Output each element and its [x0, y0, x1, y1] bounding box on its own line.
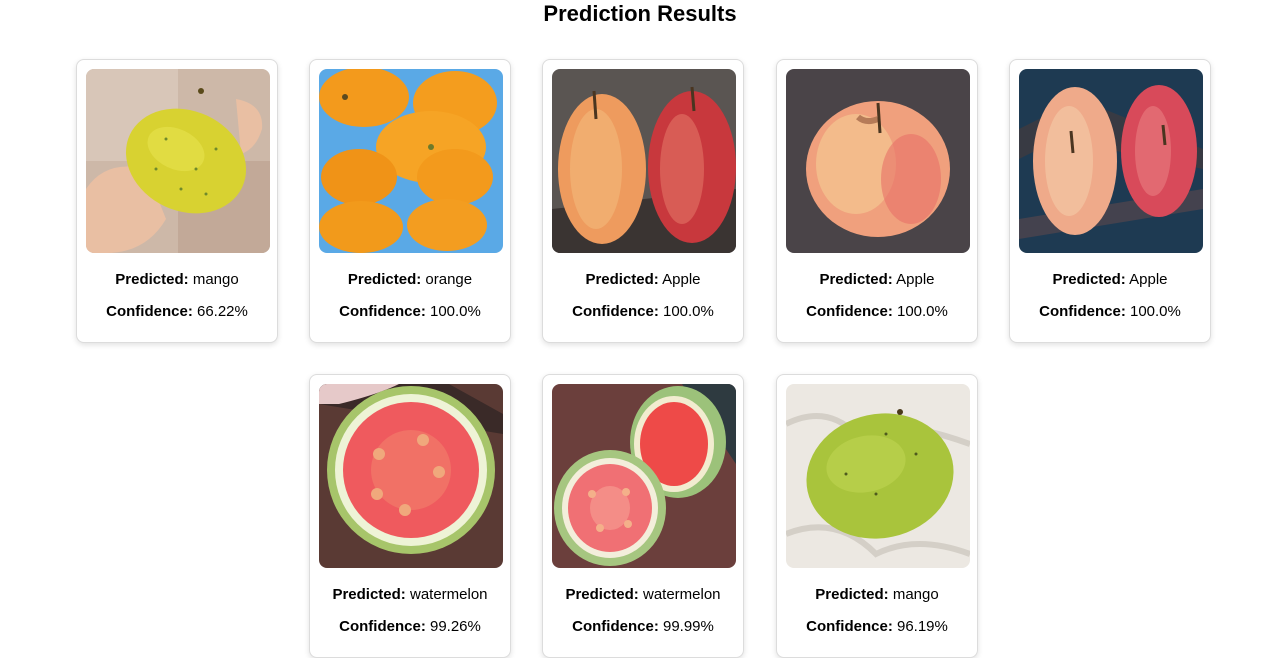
result-card-4: Predicted: Apple Confidence: 100.0% — [776, 59, 978, 343]
predicted-text: Predicted: orange — [310, 271, 510, 289]
predicted-label: Predicted: — [585, 271, 659, 288]
confidence-label: Confidence: — [806, 303, 893, 320]
confidence-value: 96.19% — [896, 618, 948, 635]
page-title: Prediction Results — [543, 1, 737, 26]
confidence-label: Confidence: — [339, 303, 426, 320]
result-card-5: Predicted: Apple Confidence: 100.0% — [1009, 59, 1211, 343]
confidence-label: Confidence: — [339, 618, 426, 635]
confidence-label: Confidence: — [106, 303, 193, 320]
confidence-label: Confidence: — [572, 303, 659, 320]
confidence-text: Confidence: 99.99% — [543, 618, 743, 636]
predicted-value: orange — [425, 271, 473, 288]
predicted-value: mango — [192, 271, 239, 288]
fruit-image-apple — [552, 69, 736, 253]
confidence-text: Confidence: 100.0% — [1010, 303, 1210, 321]
predicted-text: Predicted: Apple — [777, 271, 977, 289]
confidence-text: Confidence: 100.0% — [543, 303, 743, 321]
confidence-label: Confidence: — [1039, 303, 1126, 320]
result-card-2: Predicted: orange Confidence: 100.0% — [309, 59, 511, 343]
fruit-image-orange — [319, 69, 503, 253]
fruit-image-apple — [786, 69, 970, 253]
result-card-6: Predicted: watermelon Confidence: 99.26% — [309, 374, 511, 658]
predicted-value: Apple — [1129, 271, 1168, 288]
confidence-text: Confidence: 100.0% — [310, 303, 510, 321]
fruit-image-mango — [86, 69, 270, 253]
fruit-image-mango — [786, 384, 970, 568]
predicted-text: Predicted: Apple — [1010, 271, 1210, 289]
confidence-value: 99.99% — [662, 618, 714, 635]
result-card-1: Predicted: mango Confidence: 66.22% — [76, 59, 278, 343]
predicted-label: Predicted: — [347, 271, 422, 288]
predicted-label: Predicted: — [819, 271, 893, 288]
confidence-value: 100.0% — [896, 303, 948, 320]
result-card-7: Predicted: watermelon Confidence: 99.99% — [542, 374, 744, 658]
predicted-value: watermelon — [409, 586, 488, 603]
confidence-label: Confidence: — [572, 618, 659, 635]
confidence-value: 100.0% — [429, 303, 481, 320]
fruit-image-watermelon — [552, 384, 736, 568]
predicted-text: Predicted: mango — [77, 271, 277, 289]
confidence-text: Confidence: 100.0% — [777, 303, 977, 321]
result-card-8: Predicted: mango Confidence: 96.19% — [776, 374, 978, 658]
predicted-text: Predicted: Apple — [543, 271, 743, 289]
predicted-label: Predicted: — [1052, 271, 1126, 288]
predicted-text: Predicted: watermelon — [310, 586, 510, 604]
confidence-value: 99.26% — [429, 618, 481, 635]
predicted-label: Predicted: — [332, 586, 406, 603]
predicted-label: Predicted: — [815, 586, 889, 603]
fruit-image-watermelon — [319, 384, 503, 568]
predicted-value: Apple — [662, 271, 701, 288]
fruit-image-apple — [1019, 69, 1203, 253]
confidence-text: Confidence: 99.26% — [310, 618, 510, 636]
confidence-label: Confidence: — [806, 618, 893, 635]
confidence-value: 66.22% — [196, 303, 248, 320]
predicted-label: Predicted: — [565, 586, 639, 603]
predicted-value: Apple — [896, 271, 935, 288]
confidence-value: 100.0% — [662, 303, 714, 320]
result-card-3: Predicted: Apple Confidence: 100.0% — [542, 59, 744, 343]
predicted-value: mango — [892, 586, 939, 603]
predicted-text: Predicted: mango — [777, 586, 977, 604]
predicted-value: watermelon — [642, 586, 721, 603]
confidence-value: 100.0% — [1129, 303, 1181, 320]
confidence-text: Confidence: 96.19% — [777, 618, 977, 636]
confidence-text: Confidence: 66.22% — [77, 303, 277, 321]
predicted-label: Predicted: — [115, 271, 189, 288]
predicted-text: Predicted: watermelon — [543, 586, 743, 604]
